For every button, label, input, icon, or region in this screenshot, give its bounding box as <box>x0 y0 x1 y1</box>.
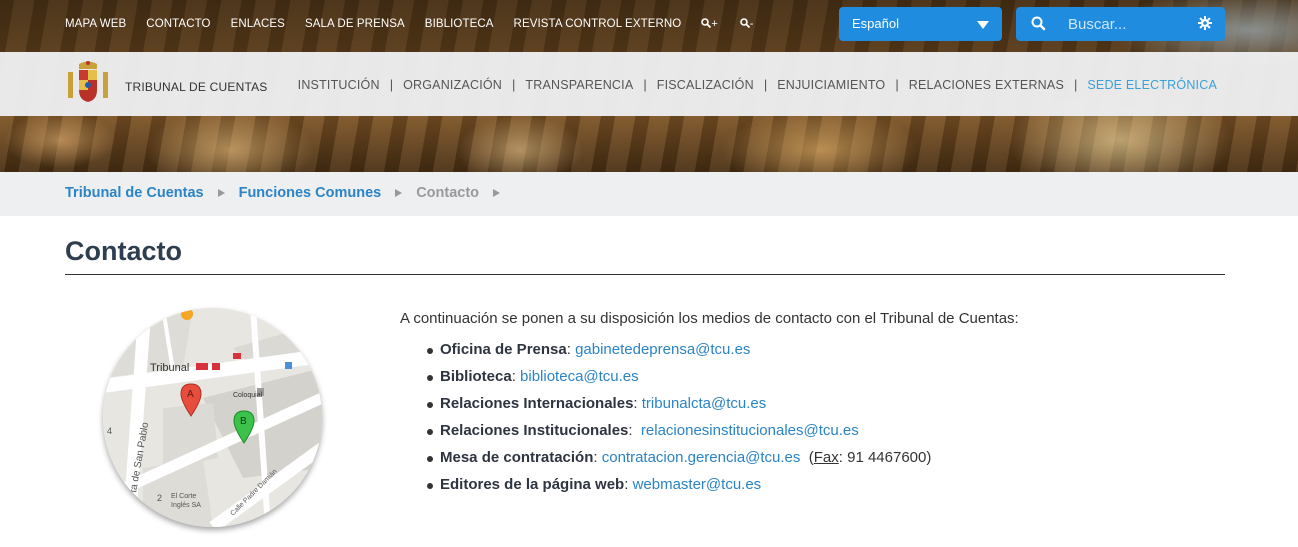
contact-email-link[interactable]: biblioteca@tcu.es <box>520 368 639 385</box>
contact-email-link[interactable]: webmaster@tcu.es <box>633 476 762 493</box>
map-graphic: Tribunal Coloquial ta de San Pablo Calle… <box>103 308 322 527</box>
list-item: Mesa de contratación: contratacion.geren… <box>400 449 1220 476</box>
nav-transparencia[interactable]: TRANSPARENCIA <box>525 78 633 92</box>
contact-email-link[interactable]: contratacion.gerencia@tcu.es <box>602 449 801 466</box>
marker-a-label: A <box>187 389 194 400</box>
nav-fiscalizacion[interactable]: FISCALIZACIÓN <box>657 78 754 92</box>
contact-email-link[interactable]: relacionesinstitucionales@tcu.es <box>641 422 859 439</box>
language-select[interactable]: Español <box>839 7 1002 41</box>
brand-name[interactable]: TRIBUNAL DE CUENTAS <box>125 80 268 94</box>
contact-label: Relaciones Internacionales <box>440 395 634 412</box>
breadcrumb-arrow-icon <box>493 189 501 197</box>
nav-relaciones-externas[interactable]: RELACIONES EXTERNAS <box>909 78 1064 92</box>
nav-separator: | <box>763 77 768 92</box>
nav-separator: | <box>895 77 899 92</box>
contact-label: Mesa de contratación <box>440 449 594 466</box>
nav-separator: | <box>1073 77 1078 92</box>
zoom-in-button[interactable]: + <box>701 18 718 30</box>
contact-label: Relaciones Institucionales <box>440 422 629 439</box>
intro-text: A continuación se ponen a su disposición… <box>400 310 1019 327</box>
nav-separator: | <box>512 77 516 92</box>
search-icon[interactable] <box>1030 15 1048 33</box>
contact-label: Oficina de Prensa <box>440 341 567 358</box>
coat-of-arms-logo[interactable] <box>65 60 111 106</box>
chevron-down-icon <box>977 21 989 29</box>
list-item: Editores de la página web: webmaster@tcu… <box>400 476 1220 503</box>
topnav-contacto[interactable]: CONTACTO <box>146 18 210 30</box>
list-item: Biblioteca: biblioteca@tcu.es <box>400 368 1220 395</box>
contact-list: Oficina de Prensa: gabinetedeprensa@tcu.… <box>400 341 1220 503</box>
zoom-out-button[interactable]: - <box>739 18 754 30</box>
map-label-num-4: 4 <box>107 426 112 436</box>
map-label-coloquial: Coloquial <box>233 392 263 399</box>
breadcrumb-funciones-comunes[interactable]: Funciones Comunes <box>239 185 382 201</box>
zoom-out-label: - <box>749 18 754 30</box>
breadcrumb-arrow-icon <box>395 189 403 197</box>
nav-separator: | <box>389 77 394 92</box>
breadcrumb-tribunal[interactable]: Tribunal de Cuentas <box>65 185 204 201</box>
nav-sede-electronica[interactable]: SEDE ELECTRÓNICA <box>1087 78 1217 92</box>
map-label-ingles: Inglés SA <box>171 502 201 509</box>
topnav-revista-control-externo[interactable]: REVISTA CONTROL EXTERNO <box>514 18 682 30</box>
zoom-in-icon <box>701 18 712 29</box>
list-item: Relaciones Internacionales: tribunalcta@… <box>400 395 1220 422</box>
nav-separator: | <box>643 77 647 92</box>
search-box <box>1016 7 1225 41</box>
title-divider <box>65 274 1225 275</box>
top-nav: MAPA WEB CONTACTO ENLACES SALA DE PRENSA… <box>65 0 775 48</box>
zoom-in-label: + <box>711 18 718 30</box>
topnav-sala-de-prensa[interactable]: SALA DE PRENSA <box>305 18 405 30</box>
main-nav-bar: TRIBUNAL DE CUENTAS INSTITUCIÓN | ORGANI… <box>0 52 1298 116</box>
nav-institucion[interactable]: INSTITUCIÓN <box>298 78 380 92</box>
fax-label: Fax <box>813 449 839 466</box>
topnav-enlaces[interactable]: ENLACES <box>231 18 285 30</box>
topnav-biblioteca[interactable]: BIBLIOTECA <box>425 18 494 30</box>
list-item: Relaciones Institucionales: relacionesin… <box>400 422 1220 449</box>
breadcrumb-current: Contacto <box>416 185 480 201</box>
location-map[interactable]: Tribunal Coloquial ta de San Pablo Calle… <box>103 308 322 527</box>
nav-organizacion[interactable]: ORGANIZACIÓN <box>403 78 502 92</box>
page-title: Contacto <box>65 236 182 266</box>
map-label-el-corte: El Corte <box>171 493 196 500</box>
contact-label: Editores de la página web <box>440 476 625 493</box>
contact-content: A continuación se ponen a su disposición… <box>400 310 1220 503</box>
search-input[interactable] <box>1068 13 1188 35</box>
language-selected: Español <box>852 16 899 31</box>
breadcrumb-arrow-icon <box>217 189 225 197</box>
topnav-mapa-web[interactable]: MAPA WEB <box>65 18 126 30</box>
gear-icon[interactable] <box>1197 15 1213 31</box>
contact-email-link[interactable]: tribunalcta@tcu.es <box>642 395 766 412</box>
nav-enjuiciamiento[interactable]: ENJUICIAMIENTO <box>777 78 885 92</box>
main-nav: INSTITUCIÓN | ORGANIZACIÓN | TRANSPARENC… <box>298 77 1217 92</box>
zoom-out-icon <box>739 18 750 29</box>
map-label-num-2: 2 <box>157 493 162 503</box>
fax-number: 91 4467600 <box>847 449 927 466</box>
contact-email-link[interactable]: gabinetedeprensa@tcu.es <box>575 341 750 358</box>
marker-b-label: B <box>240 416 247 427</box>
list-item: Oficina de Prensa: gabinetedeprensa@tcu.… <box>400 341 1220 368</box>
contact-label: Biblioteca <box>440 368 512 385</box>
breadcrumb: Tribunal de Cuentas Funciones Comunes Co… <box>0 172 1298 216</box>
map-label-tribunal: Tribunal <box>150 362 189 374</box>
